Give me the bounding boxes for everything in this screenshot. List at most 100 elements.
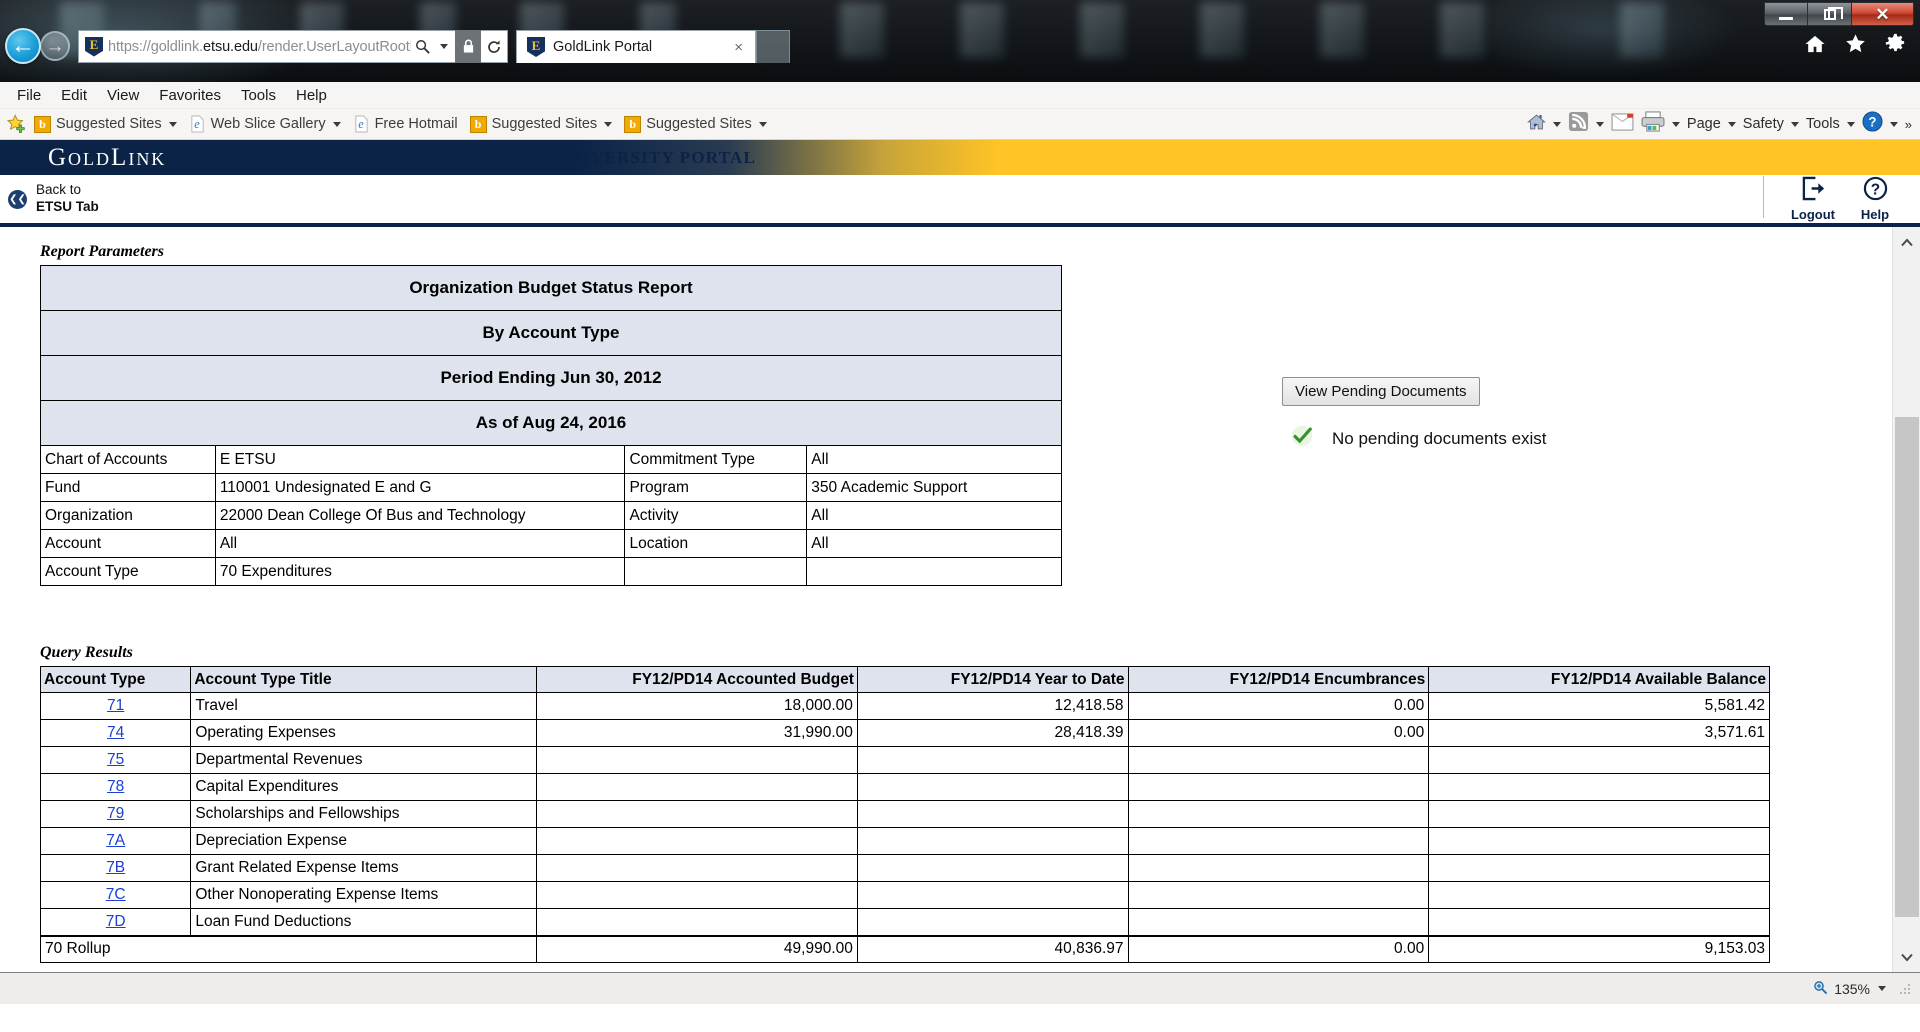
search-icon[interactable] (411, 39, 433, 54)
favorite-suggested-sites-1[interactable]: b Suggested Sites (34, 116, 177, 133)
account-type-link[interactable]: 7D (41, 909, 191, 936)
query-results-label: Query Results (40, 644, 1920, 662)
feeds-rss-icon[interactable] (1568, 111, 1589, 137)
add-favorites-icon[interactable] (7, 114, 27, 134)
command-tools-label[interactable]: Tools (1806, 116, 1840, 132)
back-to-etsu-tab-link[interactable]: ❮❮ Back to ETSU Tab (8, 182, 99, 216)
command-safety-label[interactable]: Safety (1743, 116, 1784, 132)
vertical-scrollbar[interactable] (1892, 227, 1920, 972)
menu-favorites[interactable]: Favorites (150, 85, 230, 106)
favorite-free-hotmail[interactable]: e Free Hotmail (353, 115, 458, 133)
overflow-chevrons[interactable]: » (1905, 117, 1912, 132)
svg-text:?: ? (1868, 114, 1876, 129)
print-icon[interactable] (1641, 111, 1665, 137)
account-type-link-text[interactable]: 75 (107, 751, 124, 768)
chevron-down-icon[interactable] (1847, 122, 1855, 127)
report-parameters-label: Report Parameters (40, 243, 1920, 261)
account-type-link[interactable]: 7B (41, 855, 191, 882)
maximize-button[interactable] (1808, 2, 1852, 26)
account-type-title: Other Nonoperating Expense Items (191, 882, 537, 909)
favorite-web-slice-gallery[interactable]: e Web Slice Gallery (189, 115, 341, 133)
resize-grip[interactable] (1898, 982, 1912, 996)
account-type-link[interactable]: 7A (41, 828, 191, 855)
encumbrances (1128, 828, 1429, 855)
chevron-down-icon[interactable] (1553, 122, 1561, 127)
account-type-title: Travel (191, 693, 537, 720)
menu-tools[interactable]: Tools (232, 85, 285, 106)
favorites-star-icon[interactable] (1844, 33, 1867, 54)
chevron-down-icon[interactable] (1878, 986, 1886, 991)
command-home-icon[interactable] (1527, 113, 1546, 136)
menu-bar: File Edit View Favorites Tools Help (0, 82, 1920, 109)
account-type-link[interactable]: 75 (41, 747, 191, 774)
tab-goldlink-portal[interactable]: GoldLink Portal × (516, 30, 756, 63)
help-button[interactable]: ? Help (1844, 176, 1906, 222)
gear-icon[interactable] (1885, 33, 1906, 54)
accounted-budget (537, 909, 858, 936)
menu-file[interactable]: File (8, 85, 50, 106)
favorite-label: Suggested Sites (646, 116, 752, 132)
account-type-link-text[interactable]: 7D (106, 913, 126, 930)
home-icon[interactable] (1804, 34, 1826, 54)
read-mail-icon[interactable] (1611, 113, 1634, 136)
command-page-label[interactable]: Page (1687, 116, 1721, 132)
col-encumbrances: FY12/PD14 Encumbrances (1128, 667, 1429, 693)
address-bar[interactable]: https://goldlink.etsu.edu/render.UserLay… (78, 30, 508, 63)
accounted-budget (537, 882, 858, 909)
chevron-down-icon[interactable] (1791, 122, 1799, 127)
available-balance (1429, 828, 1770, 855)
account-type-link[interactable]: 74 (41, 720, 191, 747)
param-label: Account (41, 530, 216, 558)
desktop-ghost (1620, 2, 1664, 58)
account-type-link-text[interactable]: 78 (107, 778, 124, 795)
chevron-down-icon[interactable] (1890, 122, 1898, 127)
account-type-title: Grant Related Expense Items (191, 855, 537, 882)
minimize-button[interactable] (1764, 2, 1808, 26)
account-type-link-text[interactable]: 71 (107, 697, 124, 714)
col-account-type-title: Account Type Title (191, 667, 537, 693)
param-value (807, 558, 1062, 586)
desktop-ghost (1080, 2, 1124, 58)
back-button[interactable]: ← (5, 28, 41, 64)
account-type-link-text[interactable]: 74 (107, 724, 124, 741)
new-tab-button[interactable] (756, 30, 790, 63)
help-question-icon[interactable]: ? (1862, 111, 1883, 137)
rollup-accounted-budget: 49,990.00 (537, 936, 858, 963)
account-type-link-text[interactable]: 7A (106, 832, 125, 849)
svg-text:e: e (358, 117, 364, 131)
menu-help[interactable]: Help (287, 85, 336, 106)
year-to-date: 12,418.58 (857, 693, 1128, 720)
account-type-link[interactable]: 71 (41, 693, 191, 720)
scroll-up-button[interactable] (1893, 227, 1920, 257)
account-type-link-text[interactable]: 7B (106, 859, 125, 876)
chevron-down-icon[interactable] (1728, 122, 1736, 127)
chevron-down-icon[interactable] (433, 44, 455, 49)
account-type-title: Loan Fund Deductions (191, 909, 537, 936)
favorite-suggested-sites-2[interactable]: b Suggested Sites (470, 116, 613, 133)
lock-icon[interactable] (455, 30, 481, 63)
accounted-budget (537, 801, 858, 828)
account-type-link[interactable]: 78 (41, 774, 191, 801)
account-type-link-text[interactable]: 7C (106, 886, 126, 903)
menu-view[interactable]: View (98, 85, 148, 106)
chevron-down-icon[interactable] (1672, 122, 1680, 127)
scrollbar-thumb[interactable] (1895, 417, 1919, 917)
forward-button[interactable]: → (40, 31, 70, 61)
refresh-icon[interactable] (481, 39, 507, 55)
account-type-link[interactable]: 7C (41, 882, 191, 909)
account-type-link-text[interactable]: 79 (107, 805, 124, 822)
query-results-table: Account Type Account Type Title FY12/PD1… (40, 666, 1770, 963)
report-subtitle: By Account Type (41, 311, 1062, 356)
close-window-button[interactable]: ✕ (1852, 2, 1914, 26)
menu-edit[interactable]: Edit (52, 85, 96, 106)
chevron-down-icon[interactable] (1596, 122, 1604, 127)
logout-button[interactable]: Logout (1782, 176, 1844, 222)
tab-close-icon[interactable]: × (728, 39, 749, 56)
account-type-link[interactable]: 79 (41, 801, 191, 828)
accounted-budget: 18,000.00 (537, 693, 858, 720)
zoom-indicator[interactable]: 135% (1813, 980, 1886, 998)
view-pending-documents-button[interactable]: View Pending Documents (1282, 377, 1480, 406)
scroll-down-button[interactable] (1893, 942, 1920, 972)
favorite-suggested-sites-3[interactable]: b Suggested Sites (624, 116, 767, 133)
param-label: Program (625, 474, 807, 502)
